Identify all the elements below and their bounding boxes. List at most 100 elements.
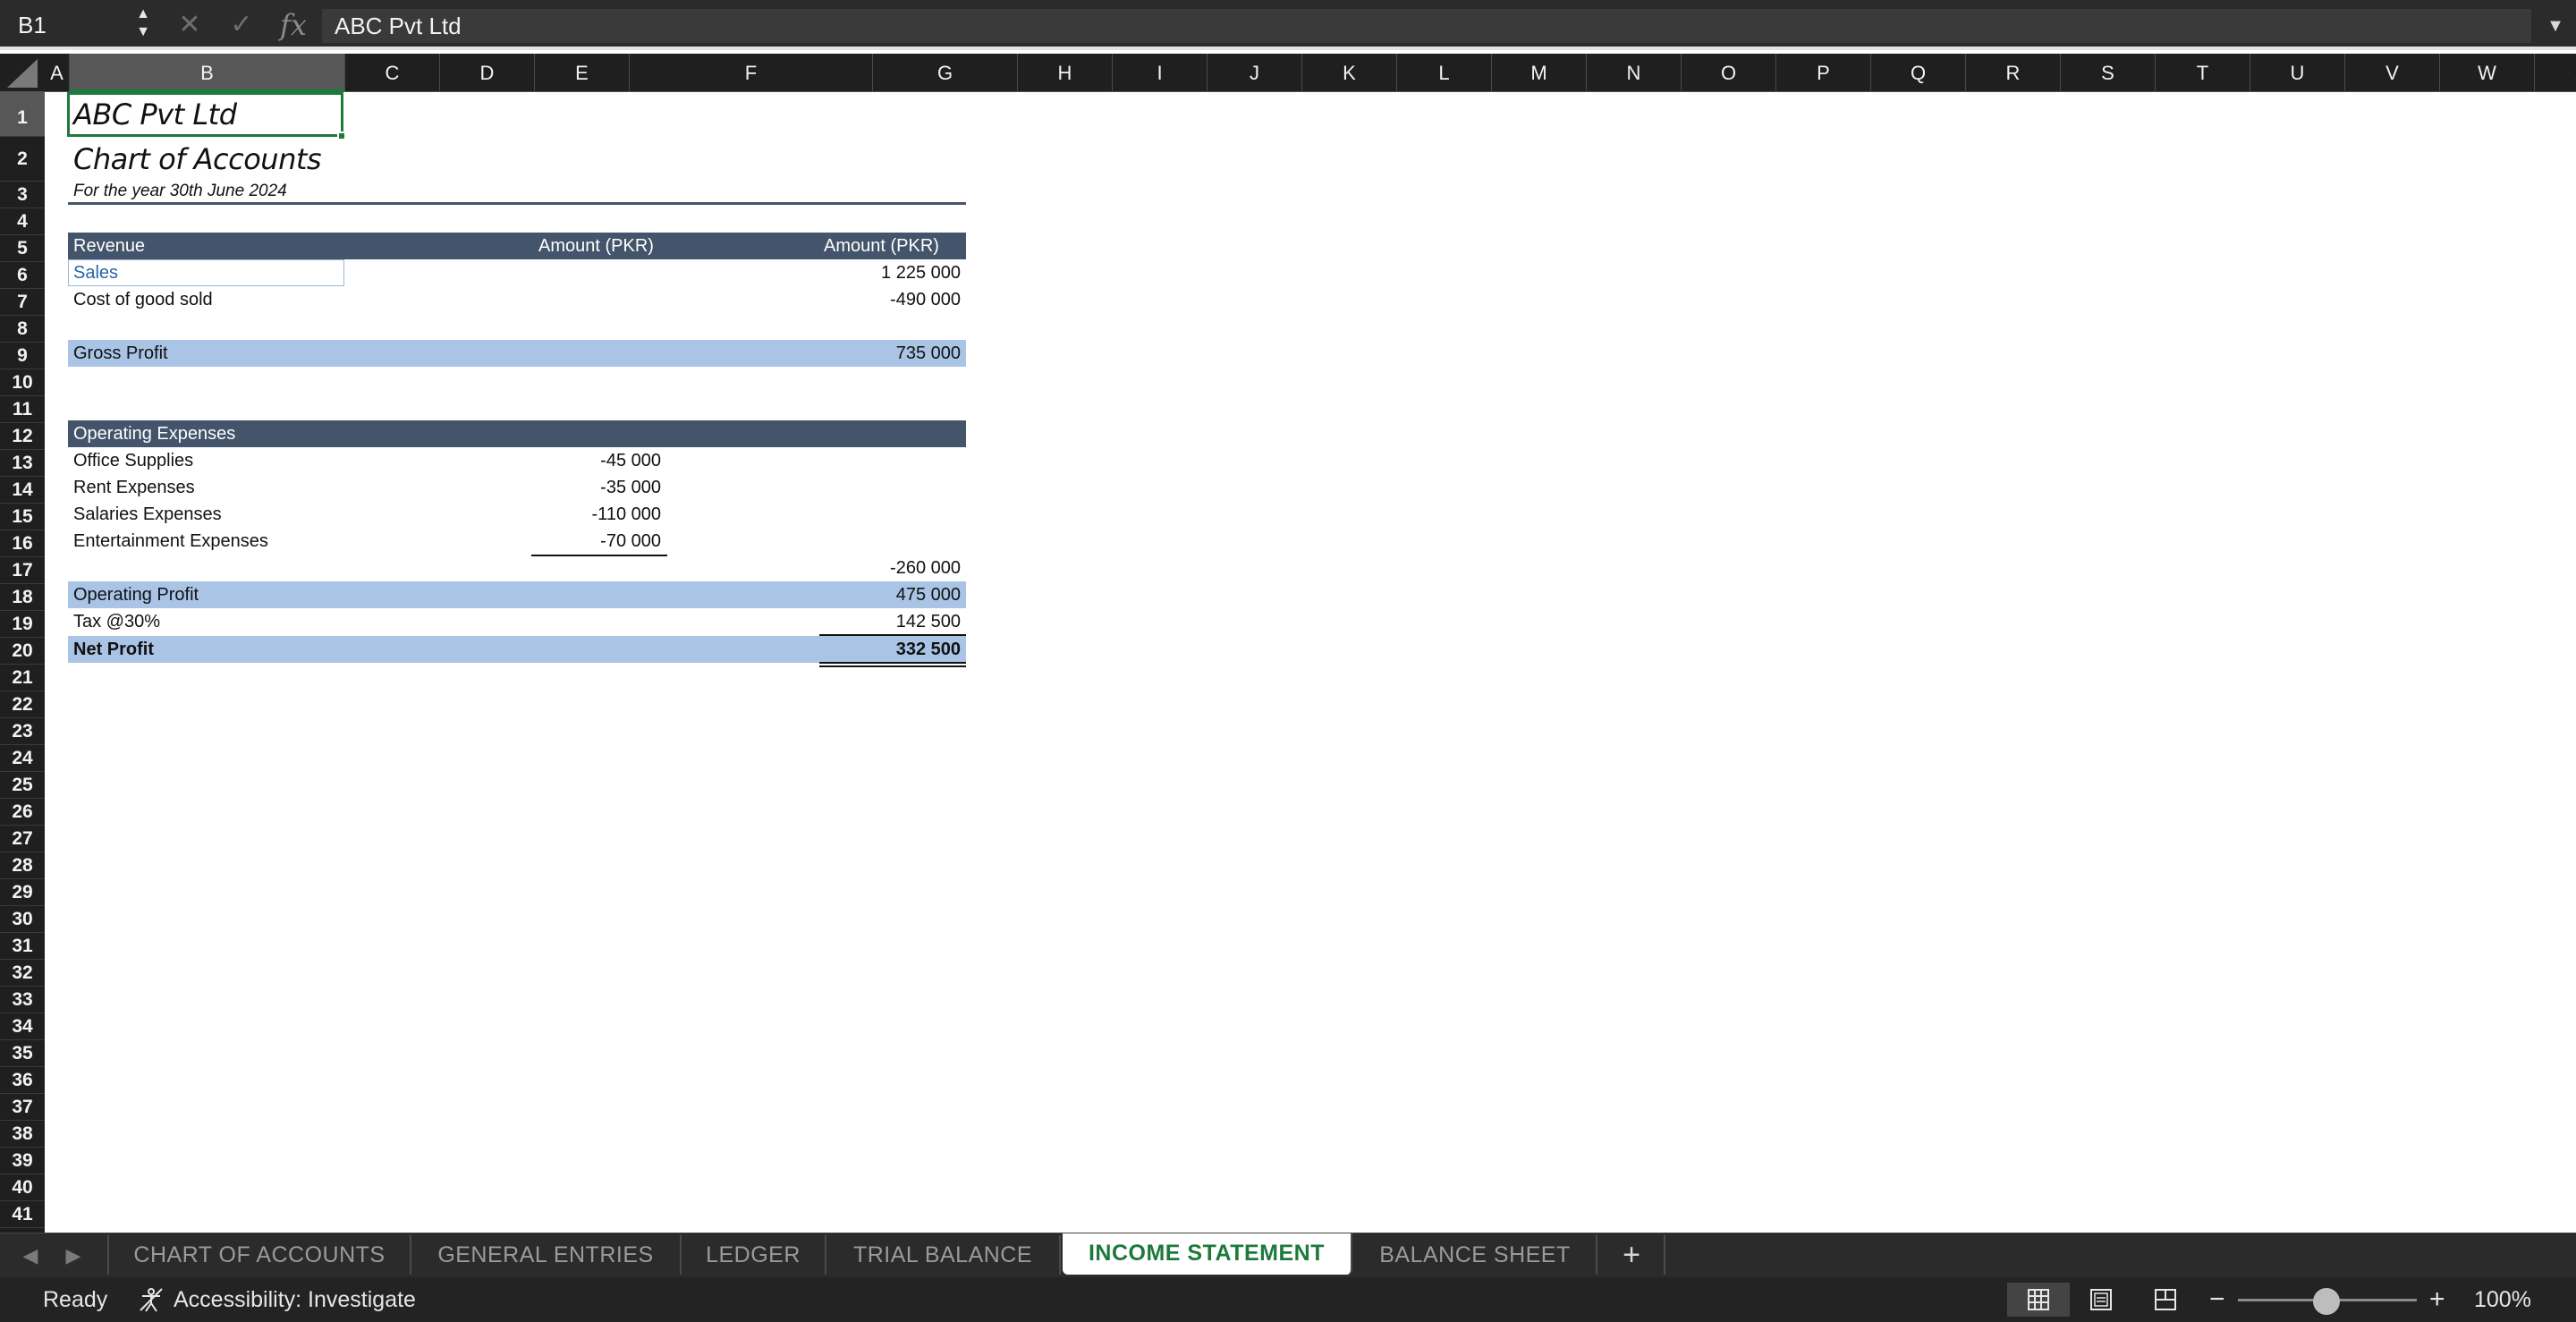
row-header-16[interactable]: 16 (0, 530, 45, 557)
column-header-k[interactable]: K (1302, 54, 1397, 92)
row-header-31[interactable]: 31 (0, 933, 45, 960)
column-header-i[interactable]: I (1113, 54, 1208, 92)
page-layout-view-button[interactable] (2070, 1283, 2132, 1317)
row-header-24[interactable]: 24 (0, 745, 45, 772)
cell-sales-label[interactable]: Sales (68, 259, 123, 286)
row-header-36[interactable]: 36 (0, 1067, 45, 1094)
chevron-down-icon[interactable]: ▼ (2540, 9, 2571, 43)
column-header-l[interactable]: L (1397, 54, 1492, 92)
tab-income-statement[interactable]: INCOME STATEMENT (1063, 1233, 1352, 1275)
row-header-19[interactable]: 19 (0, 611, 45, 638)
row-header-14[interactable]: 14 (0, 477, 45, 504)
tab-ledger[interactable]: LEDGER (682, 1235, 826, 1275)
cell-tax-label[interactable]: Tax @30% (68, 608, 165, 635)
cell-net-profit-label[interactable]: Net Profit (68, 636, 159, 663)
row-header-20[interactable]: 20 (0, 638, 45, 665)
tab-general-entries[interactable]: GENERAL ENTRIES (411, 1235, 682, 1275)
row-header-39[interactable]: 39 (0, 1148, 45, 1174)
tab-scroll-right-icon[interactable]: ▶ (55, 1233, 91, 1278)
column-header-w[interactable]: W (2440, 54, 2535, 92)
column-header-a[interactable]: A (45, 54, 70, 92)
row-header-23[interactable]: 23 (0, 718, 45, 745)
row-header-7[interactable]: 7 (0, 289, 45, 316)
row-header-28[interactable]: 28 (0, 852, 45, 879)
cell-gross-profit-amount[interactable]: 735 000 (823, 340, 966, 367)
column-header-u[interactable]: U (2250, 54, 2345, 92)
column-header-h[interactable]: H (1018, 54, 1113, 92)
column-header-g[interactable]: G (873, 54, 1018, 92)
cell-operating-profit-amount[interactable]: 475 000 (823, 581, 966, 608)
row-header-35[interactable]: 35 (0, 1040, 45, 1067)
formula-input[interactable]: ABC Pvt Ltd (322, 9, 2531, 43)
cell-tax-amount[interactable]: 142 500 (823, 608, 966, 635)
add-sheet-button[interactable]: + (1599, 1235, 1665, 1275)
tab-trial-balance[interactable]: TRIAL BALANCE (826, 1235, 1061, 1275)
accessibility-status[interactable]: Accessibility: Investigate (174, 1277, 416, 1322)
cell-office-supplies-label[interactable]: Office Supplies (68, 447, 199, 474)
page-break-view-button[interactable] (2134, 1283, 2197, 1317)
column-header-o[interactable]: O (1682, 54, 1776, 92)
cell-cogs-label[interactable]: Cost of good sold (68, 286, 218, 313)
row-header-41[interactable]: 41 (0, 1201, 45, 1228)
zoom-out-button[interactable]: − (2209, 1277, 2225, 1322)
normal-view-button[interactable] (2007, 1283, 2070, 1317)
row-header-13[interactable]: 13 (0, 450, 45, 477)
confirm-icon[interactable]: ✓ (222, 7, 261, 43)
tab-scroll-left-icon[interactable]: ◀ (13, 1233, 48, 1278)
row-header-25[interactable]: 25 (0, 772, 45, 799)
cancel-icon[interactable]: ✕ (170, 7, 209, 43)
cell-amount-header-e[interactable]: Amount (PKR) (533, 233, 659, 259)
column-header-e[interactable]: E (535, 54, 630, 92)
row-header-29[interactable]: 29 (0, 879, 45, 906)
row-header-15[interactable]: 15 (0, 504, 45, 530)
row-header-34[interactable]: 34 (0, 1013, 45, 1040)
column-header-c[interactable]: C (345, 54, 440, 92)
cell-report-period[interactable]: For the year 30th June 2024 (68, 178, 292, 205)
tab-balance-sheet[interactable]: BALANCE SHEET (1354, 1235, 1597, 1275)
tab-chart-of-accounts[interactable]: CHART OF ACCOUNTS (109, 1235, 411, 1275)
column-header-x[interactable]: X (2535, 54, 2576, 92)
column-header-f[interactable]: F (630, 54, 873, 92)
row-header-21[interactable]: 21 (0, 665, 45, 691)
column-header-t[interactable]: T (2156, 54, 2250, 92)
row-header-22[interactable]: 22 (0, 691, 45, 718)
row-header-37[interactable]: 37 (0, 1094, 45, 1121)
fill-handle[interactable] (337, 131, 346, 140)
row-header-26[interactable]: 26 (0, 799, 45, 826)
column-header-d[interactable]: D (440, 54, 535, 92)
row-header-9[interactable]: 9 (0, 343, 45, 369)
row-header-33[interactable]: 33 (0, 987, 45, 1013)
row-header-38[interactable]: 38 (0, 1121, 45, 1148)
column-header-q[interactable]: Q (1871, 54, 1966, 92)
row-header-6[interactable]: 6 (0, 262, 45, 289)
cell-net-profit-amount[interactable]: 332 500 (823, 636, 966, 663)
row-header-32[interactable]: 32 (0, 960, 45, 987)
cell-salaries-label[interactable]: Salaries Expenses (68, 501, 227, 528)
cell-salaries-amount[interactable]: -110 000 (532, 501, 666, 528)
row-header-1[interactable]: 1 (0, 92, 45, 137)
cell-cogs-amount[interactable]: -490 000 (823, 286, 966, 313)
zoom-level[interactable]: 100% (2474, 1277, 2531, 1322)
cell-report-title[interactable]: Chart of Accounts (68, 137, 326, 182)
column-header-r[interactable]: R (1966, 54, 2061, 92)
row-header-18[interactable]: 18 (0, 584, 45, 611)
cell-entertainment-amount[interactable]: -70 000 (532, 528, 666, 555)
function-icon[interactable]: fx (274, 7, 313, 43)
row-header-3[interactable]: 3 (0, 182, 45, 208)
row-header-11[interactable]: 11 (0, 396, 45, 423)
zoom-in-button[interactable]: + (2429, 1277, 2445, 1322)
row-header-12[interactable]: 12 (0, 423, 45, 450)
column-header-v[interactable]: V (2345, 54, 2440, 92)
cell-sales-amount[interactable]: 1 225 000 (823, 259, 966, 286)
row-header-10[interactable]: 10 (0, 369, 45, 396)
row-header-17[interactable]: 17 (0, 557, 45, 584)
cell-rent-label[interactable]: Rent Expenses (68, 474, 200, 501)
column-header-p[interactable]: P (1776, 54, 1871, 92)
select-all-icon[interactable] (0, 54, 45, 92)
column-header-s[interactable]: S (2061, 54, 2156, 92)
cell-amount-header-g[interactable]: Amount (PKR) (818, 233, 945, 259)
accessibility-icon[interactable] (138, 1286, 165, 1313)
row-header-4[interactable]: 4 (0, 208, 45, 235)
row-header-5[interactable]: 5 (0, 235, 45, 262)
cell-gross-profit-label[interactable]: Gross Profit (68, 340, 174, 367)
